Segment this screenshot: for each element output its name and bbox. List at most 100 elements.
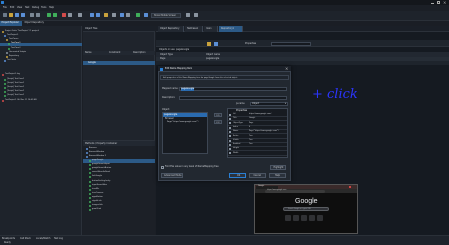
shortcut-tile[interactable] <box>309 215 315 221</box>
close-icon[interactable]: × <box>443 0 446 5</box>
object-tree-header: Object Tree <box>83 26 155 32</box>
property-checkbox[interactable] <box>229 113 231 116</box>
run-icon[interactable] <box>47 13 51 17</box>
tree-item[interactable]: Generated Scripts <box>0 51 82 55</box>
tree-item[interactable]: TestCase2 <box>0 47 82 51</box>
properties-label[interactable]: Properties <box>245 42 256 45</box>
tree-item[interactable]: TestProject1 (Fri Nov 11 14:02:45) <box>0 99 82 103</box>
mobile-icon[interactable] <box>136 13 140 17</box>
menu-item-file[interactable]: File <box>3 6 7 9</box>
tree-item[interactable]: Project Suite 'TestProject' (1 project) <box>0 30 82 34</box>
property-checkbox[interactable] <box>229 143 231 146</box>
col-name[interactable]: Name <box>85 51 91 54</box>
settings-icon[interactable] <box>112 13 116 17</box>
tree-item[interactable]: TestCase1 <box>0 42 82 47</box>
method-item-label: buttonFeelingLucky <box>92 179 111 182</box>
menu-item-test[interactable]: Test <box>25 6 29 9</box>
object-tree-tab[interactable]: Object Tree <box>85 27 97 30</box>
status-tab-call-stack[interactable]: Call Stack <box>20 237 31 240</box>
status-tab-test-log[interactable]: Test Log <box>54 237 63 240</box>
method-list-item[interactable]: buttonFeelingLucky <box>83 180 155 184</box>
dialog-close-icon[interactable]: × <box>285 66 288 71</box>
property-checkbox[interactable] <box>229 148 231 151</box>
open-folder-icon[interactable] <box>9 13 13 17</box>
shortcut-tile[interactable] <box>317 215 323 221</box>
menu-item-view[interactable]: View <box>17 6 22 9</box>
properties-field[interactable] <box>271 41 311 46</box>
mapped-name-input[interactable]: pageGoogle <box>179 86 287 91</box>
object-item[interactable]: Page("https://www.google.com/") <box>167 121 198 124</box>
object-item[interactable]: Browser <box>165 117 174 120</box>
property-checkbox[interactable] <box>229 135 231 138</box>
property-checkbox[interactable] <box>229 152 231 155</box>
method-list-item[interactable]: inputSearchBox <box>83 184 155 188</box>
selector-dropdown[interactable]: Object ▾ <box>250 101 288 106</box>
property-checkbox[interactable] <box>229 139 231 142</box>
tree-item[interactable]: Test Suite <box>0 59 82 63</box>
methods-panel-header: Methods / Property Container <box>83 141 155 146</box>
tree-item[interactable]: [Script] TestCase1 <box>0 78 82 82</box>
run-test-icon[interactable] <box>53 13 57 17</box>
device-icon[interactable] <box>144 13 148 17</box>
property-checkbox[interactable] <box>229 122 231 125</box>
property-checkbox[interactable] <box>229 126 231 129</box>
browser-icon[interactable] <box>120 13 124 17</box>
spy-icon[interactable] <box>90 13 94 17</box>
menu-item-debug[interactable]: Debug <box>32 6 39 9</box>
preview-close-icon[interactable] <box>349 186 351 188</box>
advanced-mode-button[interactable]: Advanced Mode <box>161 173 183 178</box>
object-tree-selected-row[interactable]: Google <box>83 61 155 65</box>
cancel-button[interactable]: Cancel <box>249 173 266 178</box>
refresh-icon[interactable] <box>214 41 218 46</box>
record-icon[interactable] <box>62 13 66 17</box>
tree-item[interactable]: [Script] TestCase1 <box>0 94 82 99</box>
window-icon[interactable] <box>126 13 130 17</box>
grid-row-empty[interactable] <box>156 61 449 65</box>
help-button[interactable]: Help <box>269 173 286 178</box>
shortcut-tile[interactable] <box>285 215 291 221</box>
preview-url-field[interactable]: https://www.google.com <box>265 189 325 193</box>
description-input[interactable] <box>179 95 287 100</box>
find-checkbox[interactable] <box>161 166 164 169</box>
pause-icon[interactable] <box>78 13 82 17</box>
menu-item-edit[interactable]: Edit <box>10 6 14 9</box>
mobile-stream-button[interactable]: Show Mobile Screen <box>151 13 181 18</box>
property-checkbox[interactable] <box>229 118 231 121</box>
object-list-selected[interactable]: pageGoogle <box>163 113 207 117</box>
property-row[interactable]: Width <box>228 152 287 156</box>
highlight-icon[interactable] <box>96 13 100 17</box>
save-all-icon[interactable] <box>21 13 25 17</box>
remove-property-button[interactable]: << <box>214 120 222 124</box>
save-icon[interactable] <box>15 13 19 17</box>
col-constraint[interactable]: Constraint <box>109 51 120 54</box>
tree-item[interactable]: TestProject1.log <box>0 73 82 78</box>
add-property-button[interactable]: >> <box>214 113 222 117</box>
shortcut-tile[interactable] <box>301 215 307 221</box>
property-checkbox[interactable] <box>229 130 231 133</box>
method-list-item[interactable]: gmailLink <box>83 208 155 213</box>
status-tab-breakpoints[interactable]: Breakpoints <box>2 237 15 240</box>
menu-item-help[interactable]: Help <box>49 6 54 9</box>
shortcut-tile[interactable] <box>293 215 299 221</box>
grid-col-name[interactable]: Object name <box>206 53 220 56</box>
tree-item[interactable]: [Script] TestCase1 <box>0 82 82 86</box>
ok-button[interactable]: OK <box>229 173 246 178</box>
object-icon[interactable] <box>104 13 108 17</box>
minimize-icon[interactable] <box>431 1 434 4</box>
redo-icon[interactable] <box>36 13 40 17</box>
col-description[interactable]: Description <box>133 51 145 54</box>
google-search-box[interactable]: Search Google or type a URL <box>283 207 329 211</box>
highlight-button[interactable]: Highlight <box>270 164 286 170</box>
options-icon[interactable] <box>194 13 198 17</box>
maximize-icon[interactable] <box>437 1 440 4</box>
find-checkbox-label[interactable]: Find this value in any level of NameMapp… <box>165 166 219 168</box>
menu-item-tools[interactable]: Tools <box>41 6 46 9</box>
method-list-item[interactable]: linkGoogle <box>83 176 155 180</box>
undo-icon[interactable] <box>30 13 34 17</box>
grid-col-type[interactable]: Object Type <box>160 53 173 56</box>
new-icon[interactable] <box>3 13 7 17</box>
help-icon[interactable] <box>186 13 190 17</box>
stop-icon[interactable] <box>68 13 72 17</box>
status-tab-locals[interactable]: Locals/Watch <box>36 237 50 240</box>
folder-icon[interactable] <box>207 41 211 46</box>
